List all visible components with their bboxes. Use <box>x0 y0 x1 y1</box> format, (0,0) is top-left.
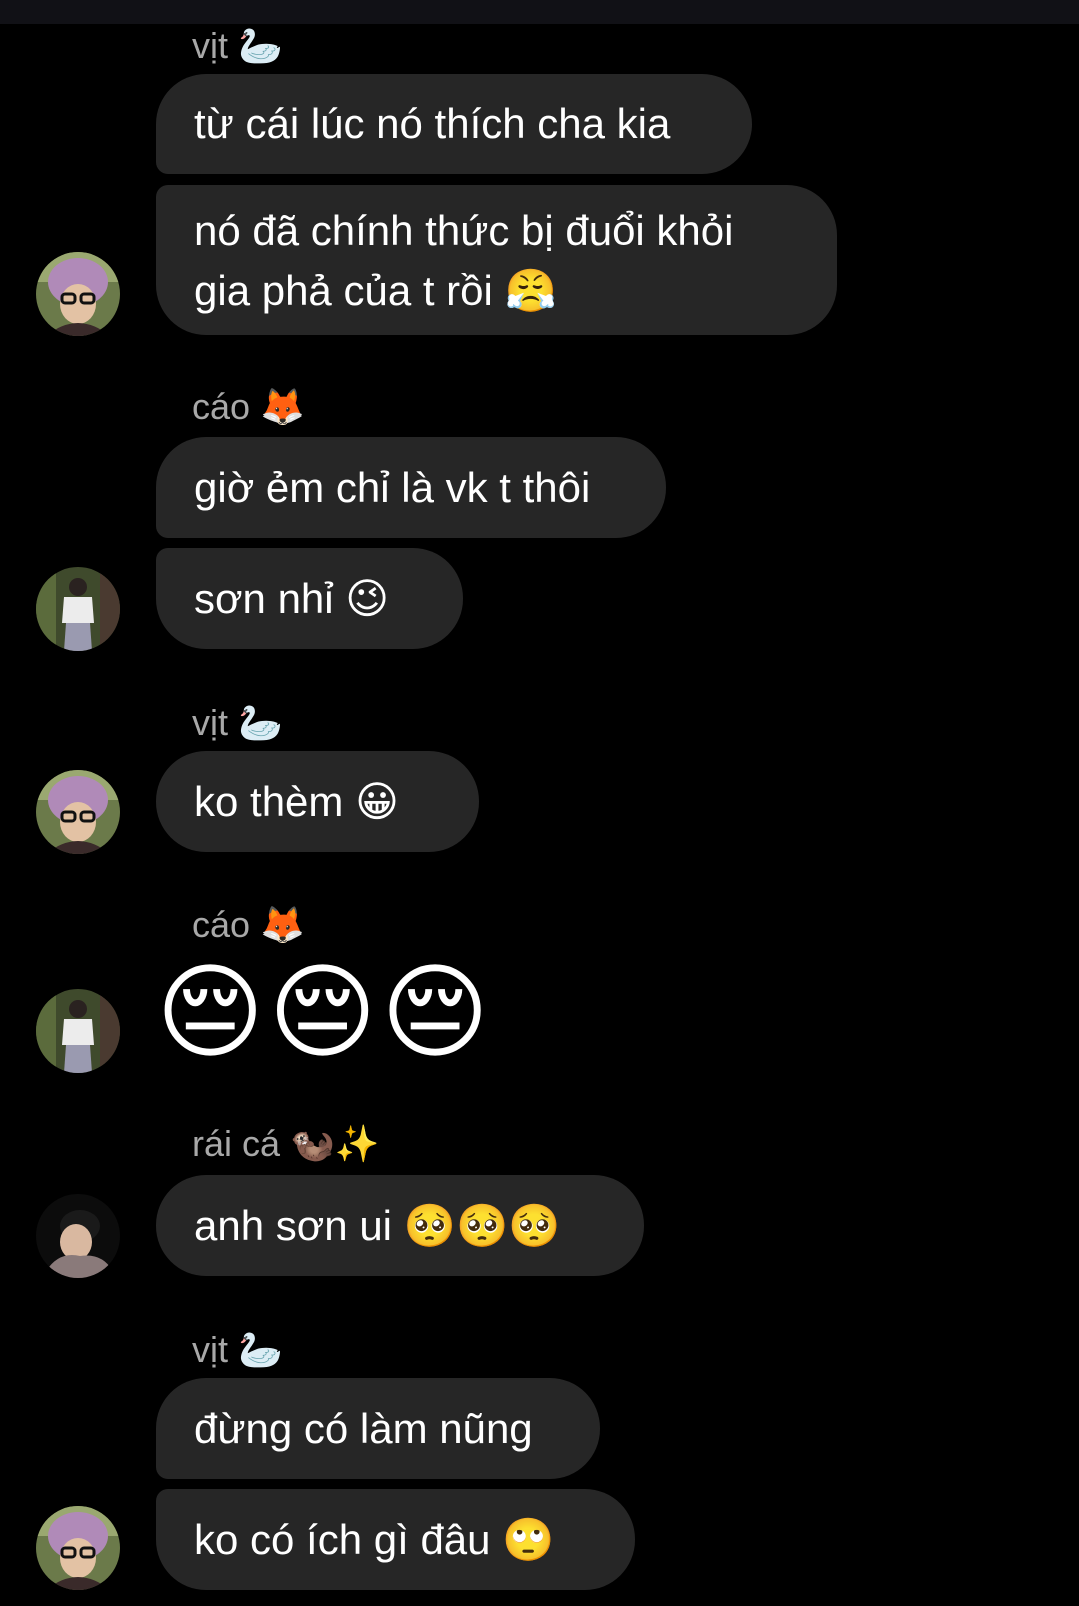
sender-name: vịt 🦢 <box>192 25 283 66</box>
message-bubble[interactable]: ko thèm 😀 <box>156 751 479 852</box>
purple-beanie-avatar[interactable] <box>36 1506 120 1590</box>
message-text: giờ ẻm chỉ là vk t thôi <box>194 463 591 511</box>
sender-name: vịt 🦢 <box>192 1329 283 1370</box>
message-text: sơn nhỉ 😉 <box>194 574 390 622</box>
message-text: anh sơn ui 🥺🥺🥺 <box>194 1201 561 1249</box>
emoji-message[interactable]: 😔😔😔 <box>156 953 493 1073</box>
message-bubble[interactable]: giờ ẻm chỉ là vk t thôi <box>156 437 666 538</box>
sender-name: vịt 🦢 <box>192 702 283 743</box>
message-bubble[interactable]: nó đã chính thức bị đuổi khỏi gia phả củ… <box>156 185 837 335</box>
street-outfit-avatar[interactable] <box>36 989 120 1073</box>
message-bubble[interactable]: anh sơn ui 🥺🥺🥺 <box>156 1175 644 1276</box>
sender-name: cáo 🦊 <box>192 386 305 427</box>
message-bubble[interactable]: từ cái lúc nó thích cha kia <box>156 74 752 174</box>
message-text: nó đã chính thức bị đuổi khỏi gia phả củ… <box>194 207 734 314</box>
message-bubble[interactable]: sơn nhỉ 😉 <box>156 548 463 649</box>
selfie-avatar[interactable] <box>36 1194 120 1278</box>
sender-name: rái cá 🦦✨ <box>192 1123 380 1164</box>
message-text: ko thèm 😀 <box>194 777 399 825</box>
message-text: từ cái lúc nó thích cha kia <box>194 100 671 147</box>
avatar-photo-icon <box>36 989 120 1073</box>
avatar-photo-icon <box>36 770 120 854</box>
message-text: đừng có làm nũng <box>194 1404 533 1452</box>
avatar-photo-icon <box>36 252 120 336</box>
avatar-photo-icon <box>36 567 120 651</box>
sender-name: cáo 🦊 <box>192 904 305 945</box>
avatar-photo-icon <box>36 1194 120 1278</box>
purple-beanie-avatar[interactable] <box>36 770 120 854</box>
message-text: ko có ích gì đâu 🙄 <box>194 1515 555 1563</box>
purple-beanie-avatar[interactable] <box>36 252 120 336</box>
message-bubble[interactable]: ko có ích gì đâu 🙄 <box>156 1489 635 1590</box>
avatar-photo-icon <box>36 1506 120 1590</box>
street-outfit-avatar[interactable] <box>36 567 120 651</box>
message-bubble[interactable]: đừng có làm nũng <box>156 1378 600 1479</box>
status-bar-strip <box>0 0 1079 24</box>
